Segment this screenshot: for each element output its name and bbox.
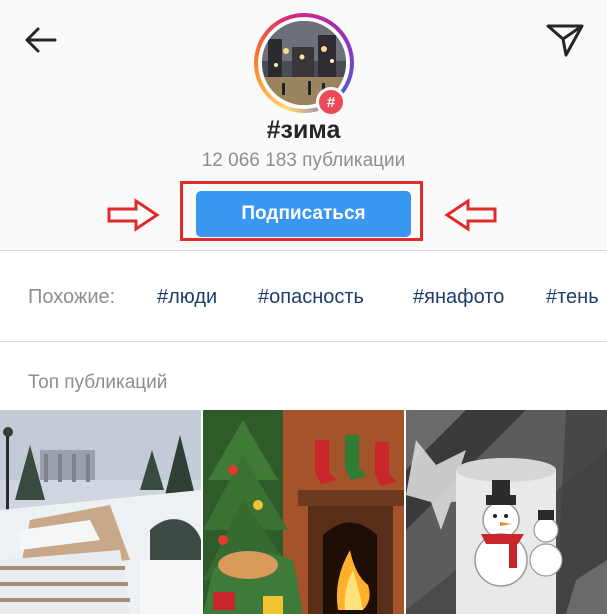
post-thumbnail-snowman-candle[interactable] [406,410,607,614]
back-button[interactable] [22,22,58,58]
top-posts-grid [0,410,607,614]
hashtag-icon: # [316,87,346,117]
follow-button[interactable]: Подписаться [196,191,411,237]
share-button[interactable] [544,20,586,60]
arrow-right-icon [107,198,160,232]
arrow-left-icon [444,198,497,232]
paper-plane-icon [546,24,584,57]
post-thumbnail-snowy-park[interactable] [0,410,201,614]
similar-tag-ten[interactable]: #тень [546,286,599,309]
similar-tag-lyudi[interactable]: #люди [157,286,217,309]
similar-tag-yanafoto[interactable]: #янафото [413,286,504,309]
hashtag-header: # #зима 12 066 183 публикации Подписатьс… [0,0,607,251]
top-posts-title: Топ публикаций [28,372,168,393]
similar-tag-opasnost[interactable]: #опасность [258,286,364,309]
post-count: 12 066 183 публикации [201,150,406,171]
similar-label: Похожие: [28,286,116,308]
similar-tags-row[interactable]: Похожие: #люди #опасность #янафото #тень [0,251,607,342]
post-thumbnail-christmas-fireplace[interactable] [203,410,404,614]
arrow-left-icon [25,27,57,53]
page-title: #зима [266,116,341,144]
